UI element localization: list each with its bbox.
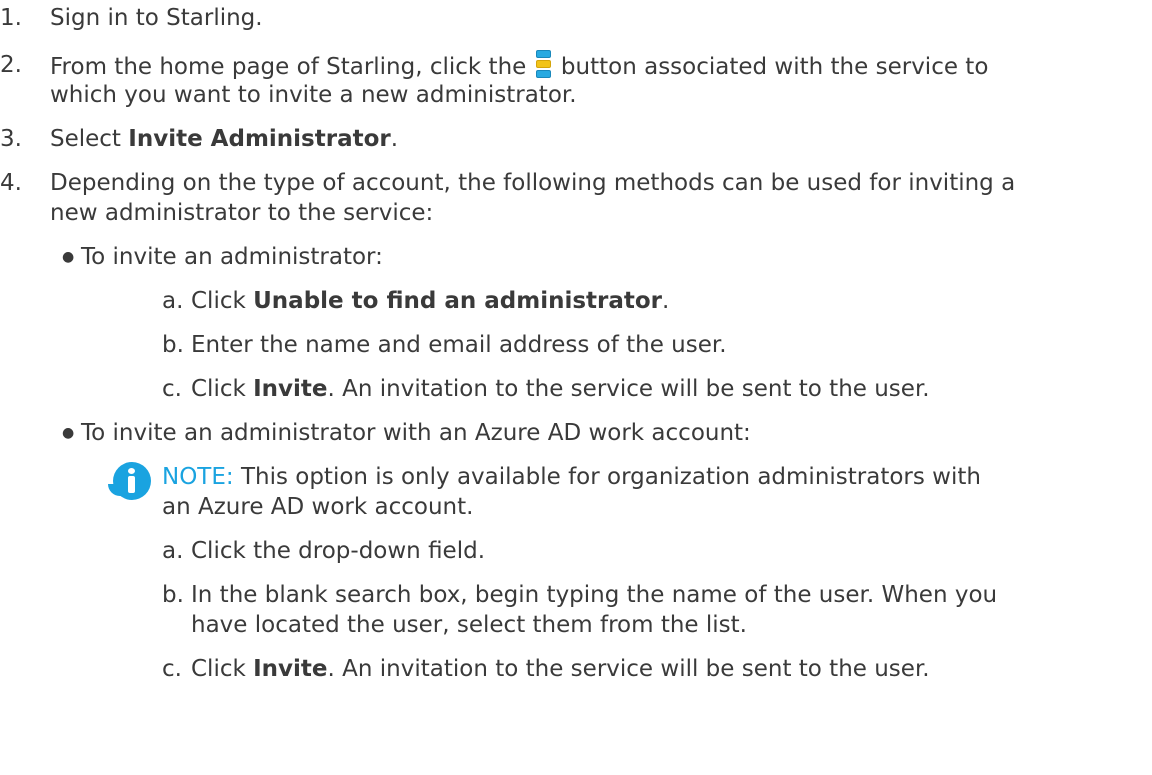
help-document: 1. Sign in to Starling. 2. From the home…	[0, 0, 1152, 775]
unable-to-find-administrator-label: Unable to find an administrator	[253, 288, 663, 314]
bullet-2-marker: ●	[62, 425, 75, 441]
step-4-text-line1: Depending on the type of account, the fo…	[50, 170, 1016, 196]
vertical-ellipsis-menu-icon	[535, 50, 551, 78]
substep-text-pre: Click	[191, 288, 254, 314]
invite-label: Invite	[253, 376, 328, 402]
note-text: This option is only available for organi…	[233, 464, 981, 490]
note-line1: NOTE: This option is only available for …	[162, 462, 981, 492]
step-2-text: From the home page of Starling, click th…	[50, 50, 988, 82]
bullet-2-substep-a-text: Click the drop-down field.	[191, 538, 486, 564]
step-1-number: 1.	[0, 5, 22, 31]
step-2-text-pre: From the home page of Starling, click th…	[50, 54, 527, 80]
step-3-text-pre: Select	[50, 126, 129, 152]
bullet-2-substep-b-letter: b.	[162, 582, 184, 608]
bullet-2-substep-a-letter: a.	[162, 538, 184, 564]
bullet-1-substep-c-letter: c.	[162, 376, 182, 402]
bullet-2-substep-c-text: Click Invite. An invitation to the servi…	[191, 654, 930, 684]
step-3-text-post: .	[390, 126, 399, 152]
bullet-1-text: To invite an administrator:	[81, 244, 383, 270]
substep-text-post: .	[662, 288, 670, 314]
bullet-1-substep-b-letter: b.	[162, 332, 184, 358]
bullet-1-substep-a-letter: a.	[162, 288, 184, 314]
substep-text-post: . An invitation to the service will be s…	[327, 656, 930, 682]
bullet-2-substep-b-text: In the blank search box, begin typing th…	[191, 582, 998, 608]
substep-text-pre: Click	[191, 656, 254, 682]
step-4-text-line2: new administrator to the service:	[50, 200, 434, 226]
bullet-2-substep-b-text-line2: have located the user, select them from …	[191, 612, 747, 638]
info-icon	[113, 462, 151, 500]
note-label: NOTE:	[162, 464, 234, 490]
substep-text-post: . An invitation to the service will be s…	[327, 376, 930, 402]
invite-administrator-label: Invite Administrator	[128, 126, 391, 152]
step-2-number: 2.	[0, 52, 22, 78]
step-3-number: 3.	[0, 126, 22, 152]
step-2-text-line2: which you want to invite a new administr…	[50, 82, 577, 108]
step-4-number: 4.	[0, 170, 22, 196]
bullet-1-substep-a-text: Click Unable to find an administrator.	[191, 286, 669, 316]
bullet-2-text: To invite an administrator with an Azure…	[81, 420, 751, 446]
step-3-text: Select Invite Administrator.	[50, 124, 398, 154]
invite-label: Invite	[253, 656, 328, 682]
step-1-text: Sign in to Starling.	[50, 5, 263, 31]
bullet-2-substep-c-letter: c.	[162, 656, 182, 682]
bullet-1-substep-c-text: Click Invite. An invitation to the servi…	[191, 374, 930, 404]
bullet-1-substep-b-text: Enter the name and email address of the …	[191, 332, 727, 358]
note-line2: an Azure AD work account.	[162, 494, 474, 520]
bullet-1-marker: ●	[62, 249, 75, 265]
substep-text-pre: Click	[191, 376, 254, 402]
step-2-text-post: button associated with the service to	[560, 54, 989, 80]
